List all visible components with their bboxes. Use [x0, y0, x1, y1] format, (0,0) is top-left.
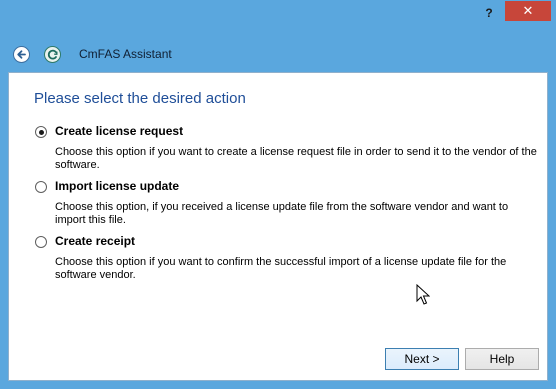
radio-create-receipt[interactable]	[35, 236, 47, 248]
mouse-cursor-icon	[416, 284, 430, 305]
content-panel: Please select the desired action Create …	[8, 72, 548, 381]
help-button[interactable]: Help	[465, 348, 539, 370]
radio-create-license-request[interactable]	[35, 126, 47, 138]
option-label[interactable]: Create license request	[55, 124, 183, 138]
back-arrow-icon[interactable]	[13, 46, 30, 63]
option-label[interactable]: Create receipt	[55, 234, 135, 248]
option-label[interactable]: Import license update	[55, 179, 179, 193]
nav-bar: CmFAS Assistant	[0, 28, 556, 72]
option-description: Choose this option if you want to create…	[55, 146, 537, 171]
option-description: Choose this option, if you received a li…	[55, 201, 509, 226]
next-button[interactable]: Next >	[385, 348, 459, 370]
option-description: Choose this option if you want to confir…	[55, 256, 507, 281]
app-title: CmFAS Assistant	[79, 47, 172, 61]
help-title-button[interactable]: ?	[480, 4, 498, 22]
page-title: Please select the desired action	[34, 90, 246, 107]
assistant-window: ? ✕ CmFAS Assistant Please select the de…	[0, 0, 556, 389]
radio-import-license-update[interactable]	[35, 181, 47, 193]
radio-selected-dot	[38, 129, 44, 135]
title-bar: ? ✕	[0, 0, 556, 28]
app-logo-icon	[44, 46, 61, 63]
close-button[interactable]: ✕	[505, 1, 551, 21]
